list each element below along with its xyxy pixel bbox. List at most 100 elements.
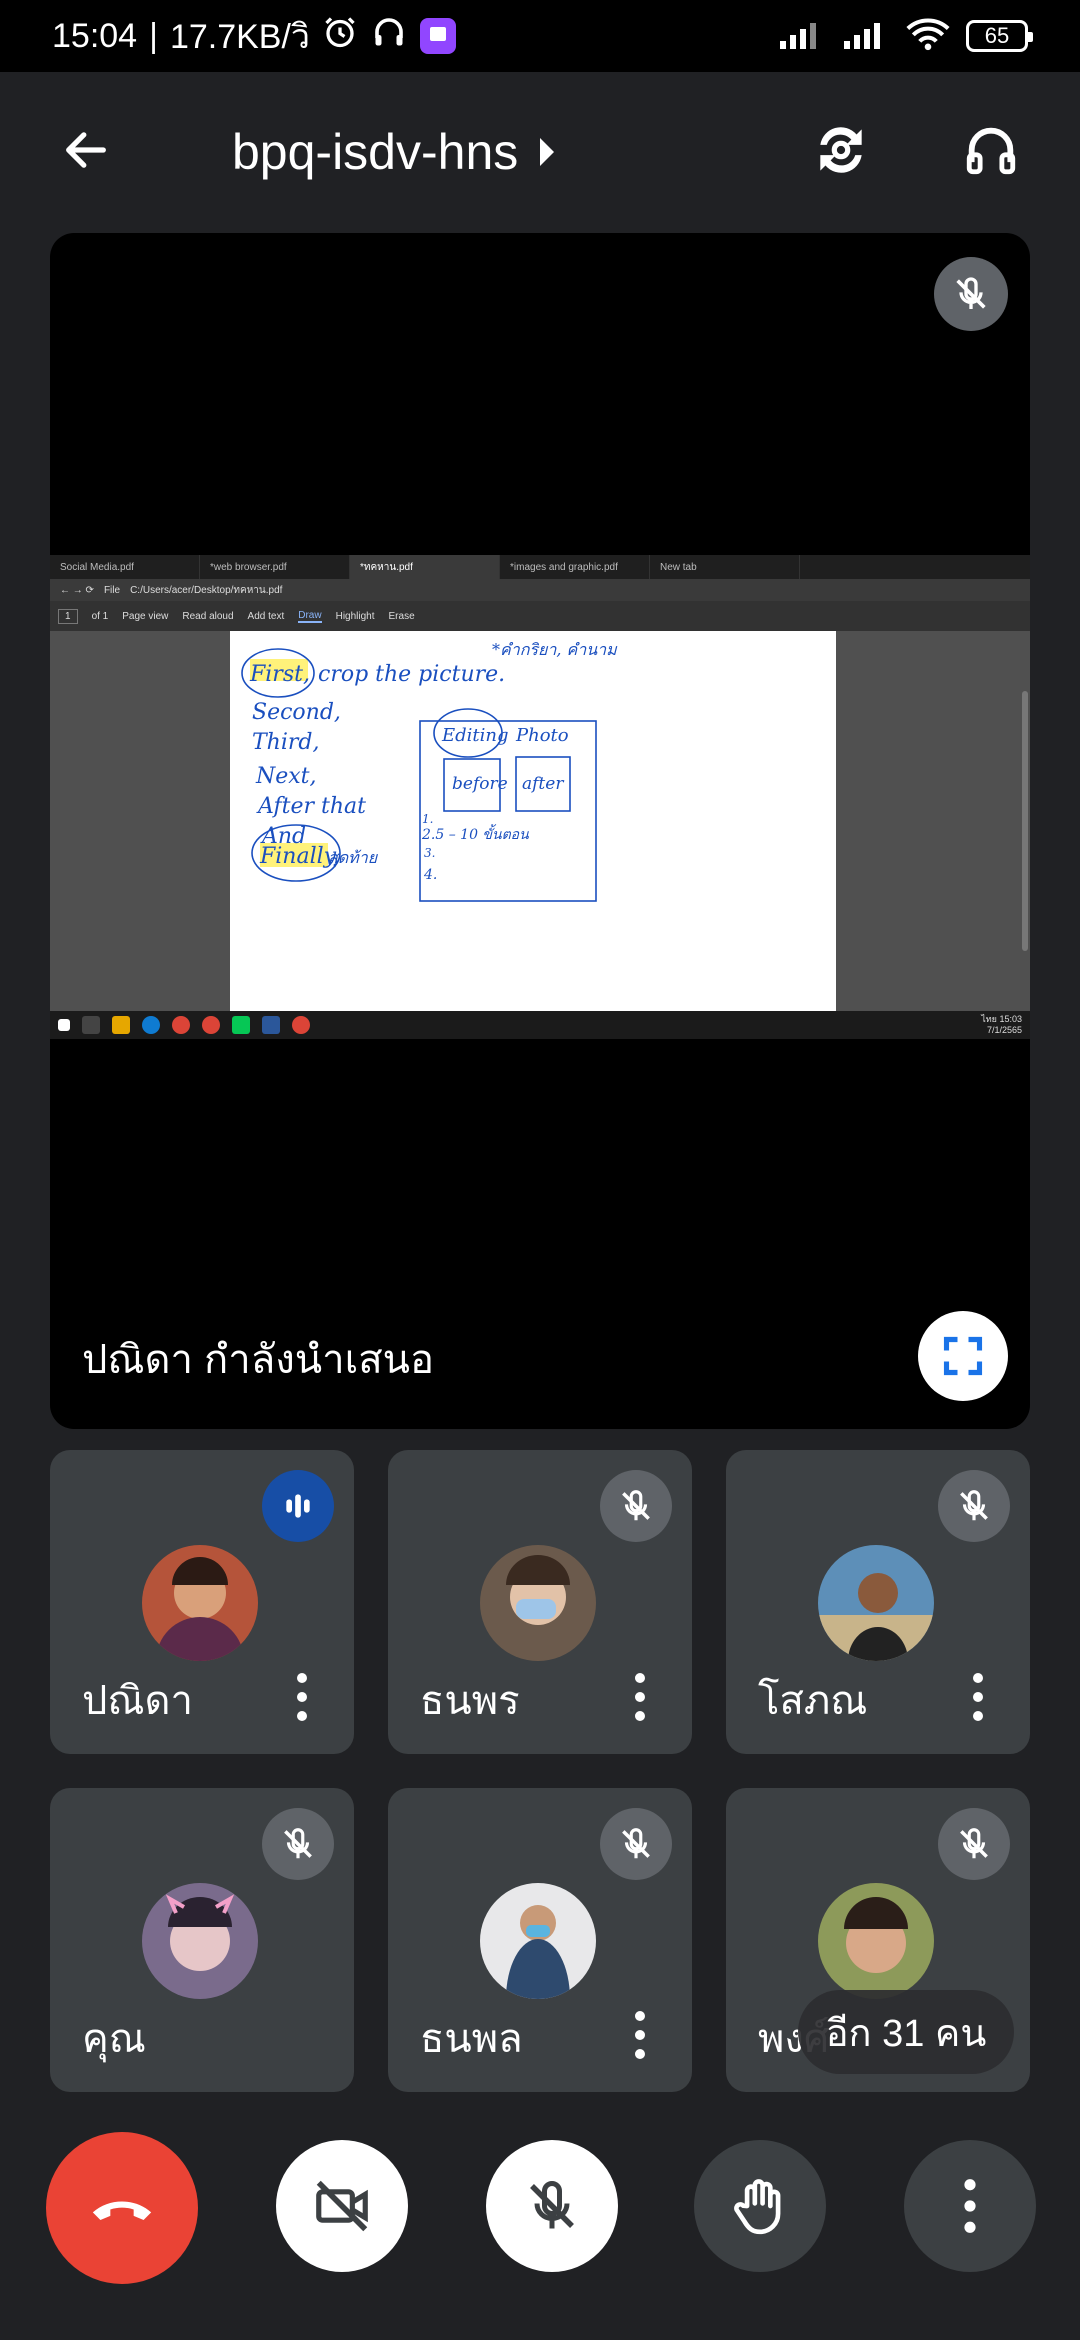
status-right: 65 (778, 17, 1033, 56)
browser-tab-active[interactable]: *ทคหาน.pdf (350, 555, 500, 579)
meeting-code: bpq-isdv-hns (232, 124, 519, 180)
note-list-3: 3. (424, 846, 435, 860)
battery-icon: 65 (966, 20, 1033, 52)
browser-tab[interactable]: New tab (650, 555, 800, 579)
more-options-button[interactable] (904, 2140, 1036, 2272)
pdf-toolbar: 1 of 1 Page view Read aloud Add text Dra… (50, 601, 1030, 631)
word-icon (262, 1016, 280, 1034)
windows-taskbar: ไทย 15:03 7/1/2565 (50, 1011, 1030, 1039)
mic-off-icon (938, 1470, 1010, 1542)
pdf-tool-draw: Draw (298, 609, 322, 623)
participant-name: โสภณ (758, 1679, 868, 1723)
taskbar-date: 7/1/2565 (986, 1025, 1022, 1035)
mic-off-icon (600, 1808, 672, 1880)
presentation-stage[interactable]: Social Media.pdf *web browser.pdf *ทคหาน… (50, 233, 1030, 1429)
note-after-that: After that (256, 794, 366, 819)
end-call-button[interactable] (46, 2132, 198, 2284)
more-vert-icon[interactable] (634, 1672, 646, 1722)
pdf-tool: Erase (388, 610, 415, 622)
taskbar-time: 15:03 (999, 1014, 1022, 1024)
avatar (142, 1883, 258, 1999)
mic-off-icon (938, 1808, 1010, 1880)
shared-screen: Social Media.pdf *web browser.pdf *ทคหาน… (50, 555, 1030, 1039)
edge-icon (142, 1016, 160, 1034)
fullscreen-button[interactable] (918, 1311, 1008, 1401)
mic-off-icon (530, 2180, 574, 2229)
back-arrow-icon[interactable] (60, 124, 112, 181)
chrome-icon (172, 1016, 190, 1034)
pdf-tool: Page view (122, 610, 169, 622)
note-editing: Editing (441, 725, 509, 746)
toggle-camera-button[interactable] (276, 2140, 408, 2272)
participant-tile[interactable]: ปณิดา (50, 1450, 354, 1754)
browser-tab[interactable]: *web browser.pdf (200, 555, 350, 579)
signal-icon-2 (842, 19, 890, 54)
more-vert-icon[interactable] (634, 2010, 646, 2060)
note-photo: Photo (515, 725, 569, 746)
pdf-page: First, crop the picture. *คำกริยา, คำนาม… (230, 631, 836, 1011)
browser-tab[interactable]: *images and graphic.pdf (500, 555, 650, 579)
pdf-tool: Read aloud (182, 610, 234, 622)
page-of: of 1 (91, 610, 109, 622)
pdf-tool: Highlight (335, 610, 375, 622)
address-file-label: File (103, 584, 121, 596)
note-next: Next, (255, 764, 317, 789)
videocam-off-icon (316, 2180, 368, 2232)
meeting-title-button[interactable]: bpq-isdv-hns (232, 123, 555, 181)
more-vert-icon[interactable] (972, 1672, 984, 1722)
note-topright: *คำกริยา, คำนาม (492, 640, 618, 659)
note-finally-thai: สุดท้าย (328, 848, 379, 868)
more-vert-icon (964, 2179, 976, 2233)
raise-hand-icon (734, 2179, 781, 2235)
participant-tile[interactable]: ธนพร (388, 1450, 692, 1754)
switch-camera-icon[interactable] (810, 119, 872, 186)
status-bar: 15:04 | 17.7KB/วิ 65 (0, 0, 1080, 72)
browser-tabs: Social Media.pdf *web browser.pdf *ทคหาน… (50, 555, 1030, 579)
presenter-label: ปณิดา กำลังนำเสนอ (82, 1338, 435, 1382)
status-left: 15:04 | 17.7KB/วิ (52, 9, 457, 63)
address-bar: ← → ⟳ File C:/Users/acer/Desktop/ทคหาน.p… (50, 579, 1030, 601)
handwritten-notes: First, crop the picture. *คำกริยา, คำนาม… (241, 640, 618, 902)
participant-name: คุณ (82, 2017, 146, 2061)
top-app-bar: bpq-isdv-hns (0, 72, 1080, 232)
participant-tile-self[interactable]: คุณ (50, 1788, 354, 2092)
participant-name: ธนพล (420, 2017, 523, 2061)
call-end-icon (92, 2201, 152, 2220)
chevron-right-icon (540, 138, 555, 166)
participant-tile[interactable]: ธนพล (388, 1788, 692, 2092)
pdf-scrollbar (1022, 691, 1028, 951)
avatar (818, 1545, 934, 1661)
twitch-icon (420, 18, 457, 54)
raise-hand-button[interactable] (694, 2140, 826, 2272)
note-after: after (522, 774, 564, 794)
windows-start-icon (58, 1019, 70, 1031)
alarm-icon (322, 14, 358, 59)
speaking-indicator-icon (262, 1470, 334, 1542)
avatar (480, 1545, 596, 1661)
signal-icon (778, 19, 826, 54)
note-second: Second, (252, 700, 341, 725)
headphones-status-icon (370, 14, 408, 59)
toggle-mic-button[interactable] (486, 2140, 618, 2272)
mic-off-icon (262, 1808, 334, 1880)
more-participants-pill[interactable]: อีก 31 คน (798, 1990, 1014, 2074)
chrome-icon-3 (292, 1016, 310, 1034)
mic-off-icon (934, 257, 1008, 331)
note-first: First, (249, 662, 310, 687)
pdf-viewer: First, crop the picture. *คำกริยา, คำนาม… (50, 631, 1030, 1013)
participant-name: ธนพร (420, 1679, 520, 1723)
mic-off-icon (600, 1470, 672, 1542)
participant-tile[interactable]: โสภณ (726, 1450, 1030, 1754)
avatar (480, 1883, 596, 1999)
participant-name: ปณิดา (82, 1679, 193, 1723)
more-vert-icon[interactable] (296, 1672, 308, 1722)
call-controls (0, 2132, 1080, 2300)
status-network-speed: 17.7KB/วิ (169, 18, 311, 56)
chrome-icon-2 (202, 1016, 220, 1034)
file-explorer-icon (112, 1016, 130, 1034)
browser-tab[interactable]: Social Media.pdf (50, 555, 200, 579)
audio-output-headphones-icon[interactable] (962, 121, 1020, 184)
page-number: 1 (58, 608, 78, 624)
note-third: Third, (252, 730, 319, 755)
search-icon (82, 1016, 100, 1034)
